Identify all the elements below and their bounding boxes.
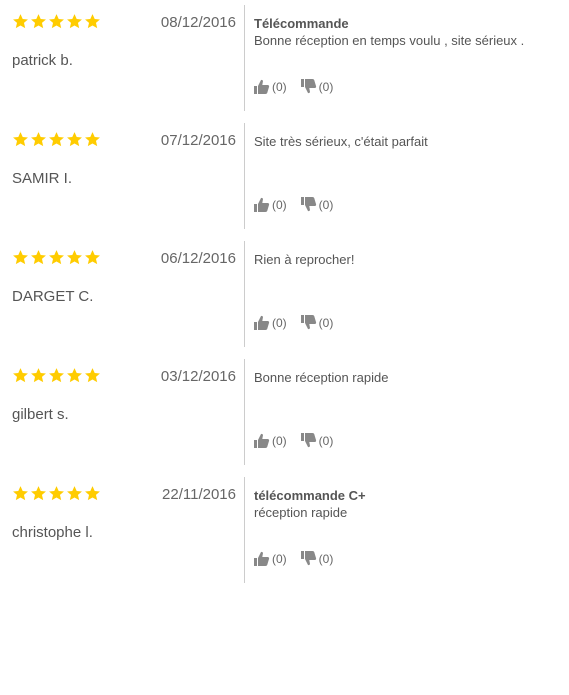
thumbs-down-icon	[300, 79, 316, 94]
downvote-button[interactable]: (0)	[300, 314, 334, 331]
star-icon	[13, 250, 28, 265]
upvote-count: (0)	[272, 197, 287, 212]
review-votes: (0) (0)	[253, 432, 333, 449]
review-text: Rien à reprocher!	[254, 252, 355, 267]
review-title: télécommande C+	[254, 488, 366, 503]
review-date: 03/12/2016	[160, 368, 236, 385]
upvote-count: (0)	[272, 315, 287, 330]
star-icon	[85, 250, 100, 265]
star-icon	[67, 250, 82, 265]
review-text: Bonne réception en temps voulu , site sé…	[254, 33, 525, 48]
star-icon	[31, 368, 46, 383]
star-icon	[85, 486, 100, 501]
upvote-count: (0)	[272, 551, 287, 566]
downvote-count: (0)	[318, 79, 334, 94]
review-content: télécommande C+ réception rapide	[254, 487, 554, 521]
star-icon	[49, 368, 64, 383]
review-author: DARGET C.	[12, 288, 94, 305]
star-icon	[49, 250, 64, 265]
downvote-count: (0)	[318, 197, 334, 212]
review-item: 03/12/2016 gilbert s. Bonne réception ra…	[0, 359, 569, 465]
divider	[244, 5, 245, 111]
upvote-button[interactable]: (0)	[253, 550, 287, 567]
upvote-button[interactable]: (0)	[253, 196, 287, 213]
star-icon	[49, 132, 64, 147]
downvote-button[interactable]: (0)	[300, 196, 334, 213]
thumbs-down-icon	[300, 551, 316, 566]
review-author: gilbert s.	[12, 406, 69, 423]
review-item: 06/12/2016 DARGET C. Rien à reprocher! (…	[0, 241, 569, 347]
downvote-button[interactable]: (0)	[300, 78, 334, 95]
star-icon	[67, 368, 82, 383]
review-text: Bonne réception rapide	[254, 370, 389, 385]
thumbs-up-icon	[254, 551, 270, 566]
downvote-count: (0)	[318, 551, 334, 566]
upvote-count: (0)	[272, 433, 287, 448]
review-item: 08/12/2016 patrick b. Télécommande Bonne…	[0, 5, 569, 111]
review-author: christophe l.	[12, 524, 93, 541]
review-votes: (0) (0)	[253, 196, 333, 213]
star-icon	[31, 250, 46, 265]
downvote-count: (0)	[318, 315, 334, 330]
review-date: 22/11/2016	[162, 486, 236, 503]
upvote-button[interactable]: (0)	[253, 432, 287, 449]
review-item: 22/11/2016 christophe l. télécommande C+…	[0, 477, 569, 583]
star-icon	[85, 132, 100, 147]
star-icon	[67, 14, 82, 29]
star-rating	[12, 485, 101, 507]
review-content: Télécommande Bonne réception en temps vo…	[254, 15, 554, 49]
star-icon	[67, 132, 82, 147]
thumbs-up-icon	[254, 315, 270, 330]
star-icon	[13, 132, 28, 147]
downvote-button[interactable]: (0)	[300, 550, 334, 567]
star-icon	[31, 132, 46, 147]
upvote-count: (0)	[272, 79, 287, 94]
review-date: 06/12/2016	[160, 250, 236, 267]
review-author: patrick b.	[12, 52, 73, 69]
star-icon	[85, 368, 100, 383]
review-votes: (0) (0)	[253, 314, 333, 331]
star-rating	[12, 367, 101, 389]
thumbs-down-icon	[300, 433, 316, 448]
star-icon	[49, 14, 64, 29]
star-rating	[12, 249, 101, 271]
review-item: 07/12/2016 SAMIR I. Site très sérieux, c…	[0, 123, 569, 229]
divider	[244, 241, 245, 347]
star-rating	[12, 13, 101, 35]
divider	[244, 359, 245, 465]
review-votes: (0) (0)	[253, 78, 333, 95]
upvote-button[interactable]: (0)	[253, 314, 287, 331]
review-text: Site très sérieux, c'était parfait	[254, 134, 428, 149]
upvote-button[interactable]: (0)	[253, 78, 287, 95]
review-text: réception rapide	[254, 505, 348, 520]
review-content: Site très sérieux, c'était parfait	[254, 133, 554, 150]
review-author: SAMIR I.	[12, 170, 73, 187]
star-icon	[85, 14, 100, 29]
review-title: Télécommande	[254, 16, 349, 31]
divider	[244, 477, 245, 583]
thumbs-down-icon	[300, 197, 316, 212]
star-icon	[13, 486, 28, 501]
star-icon	[31, 486, 46, 501]
star-icon	[31, 14, 46, 29]
star-icon	[13, 368, 28, 383]
review-date: 08/12/2016	[160, 14, 236, 31]
thumbs-down-icon	[300, 315, 316, 330]
star-icon	[67, 486, 82, 501]
downvote-count: (0)	[318, 433, 334, 448]
thumbs-up-icon	[254, 433, 270, 448]
star-rating	[12, 131, 101, 153]
downvote-button[interactable]: (0)	[300, 432, 334, 449]
review-votes: (0) (0)	[253, 550, 333, 567]
thumbs-up-icon	[254, 197, 270, 212]
star-icon	[49, 486, 64, 501]
thumbs-up-icon	[254, 79, 270, 94]
review-content: Rien à reprocher!	[254, 251, 554, 268]
review-date: 07/12/2016	[160, 132, 236, 149]
star-icon	[13, 14, 28, 29]
divider	[244, 123, 245, 229]
review-content: Bonne réception rapide	[254, 369, 554, 386]
